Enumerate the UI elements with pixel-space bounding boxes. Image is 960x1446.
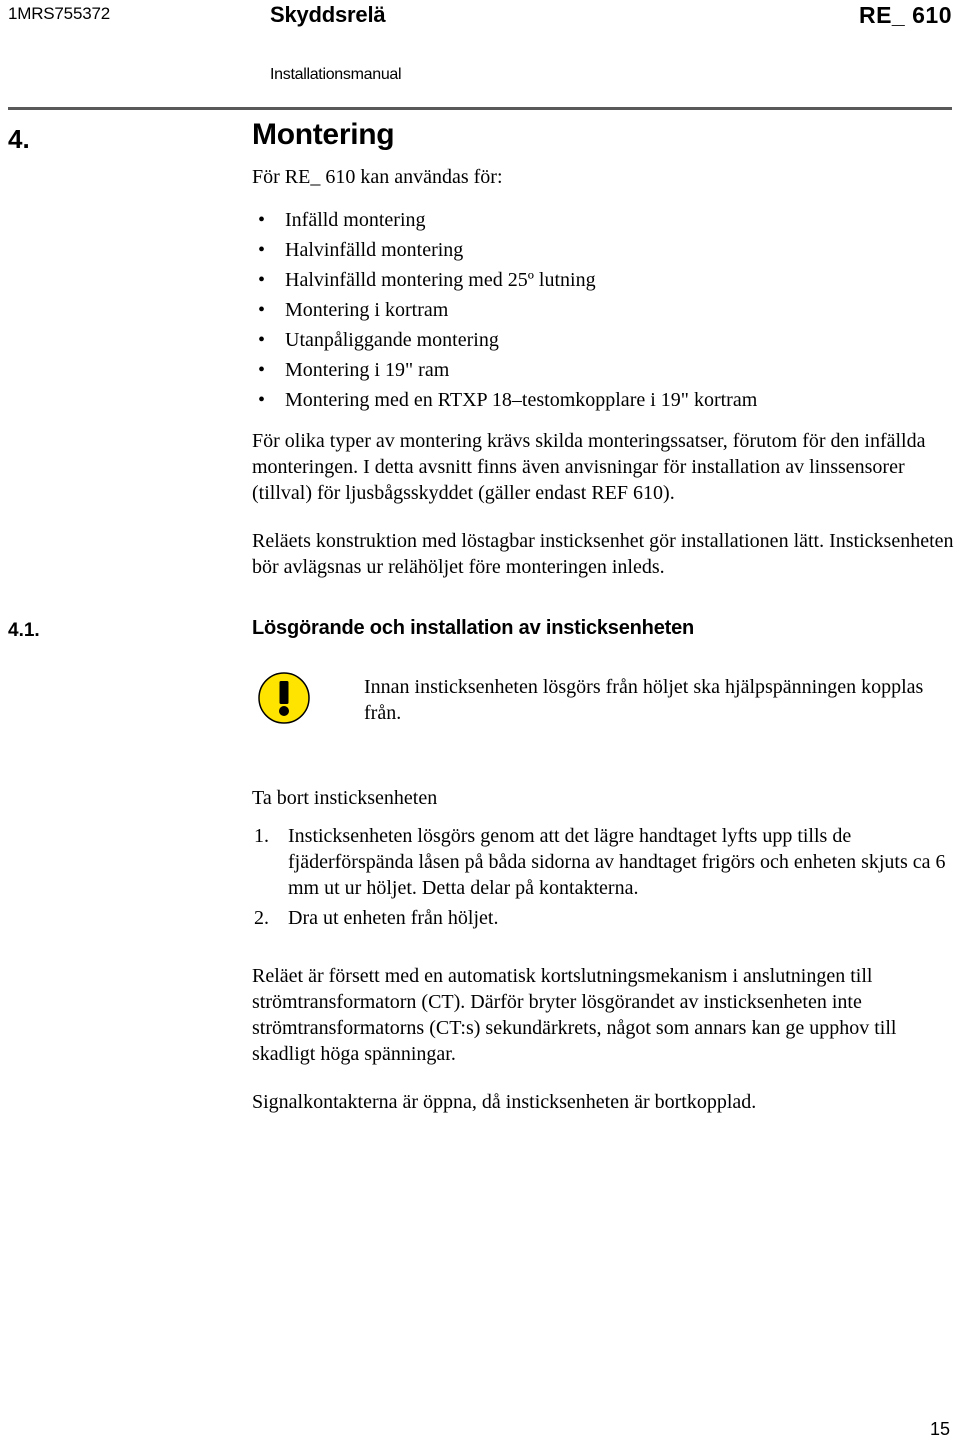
list-item: • Montering med en RTXP 18–testomkopplar… — [252, 385, 952, 415]
document-page: 1MRS755372 Skyddsrelä RE_ 610 Installati… — [0, 0, 960, 1446]
list-item-label: Dra ut enheten från höljet. — [288, 907, 499, 929]
page-header: 1MRS755372 Skyddsrelä RE_ 610 Installati… — [0, 0, 960, 110]
list-item: • Utanpåliggande montering — [252, 325, 952, 355]
list-item: • Montering i kortram — [252, 295, 952, 325]
list-item: • Halvinfälld montering med 25º lutning — [252, 265, 952, 295]
list-item-marker: 1. — [254, 825, 269, 847]
list-item-label: Montering i 19" ram — [285, 359, 450, 381]
list-item-label: Infälld montering — [285, 209, 426, 231]
product-name: RE_ 610 — [858, 2, 952, 28]
warning-note-text: Innan insticksenheten lösgörs från hölje… — [364, 676, 924, 724]
document-id: 1MRS755372 — [8, 4, 110, 23]
section-4-paragraph-1: För olika typer av montering krävs skild… — [252, 430, 926, 504]
bullet-icon: • — [258, 389, 266, 411]
warning-exclamation-icon — [258, 672, 310, 724]
document-subtitle: Installationsmanual — [270, 66, 402, 83]
list-item: 1. Insticksenheten lösgörs genom att det… — [252, 823, 957, 901]
section-number-4: 4. — [8, 124, 30, 154]
section-number-4-1: 4.1. — [8, 620, 40, 641]
list-item: • Infälld montering — [252, 205, 952, 235]
page-number: 15 — [929, 1419, 950, 1439]
section-4-paragraph-2: Reläets konstruktion med löstagbar insti… — [252, 530, 954, 578]
list-item: • Halvinfälld montering — [252, 235, 952, 265]
section-4-1-paragraph-4: Signalkontakterna är öppna, då instickse… — [252, 1091, 757, 1113]
section-4-1-paragraph-3: Reläet är försett med en automatisk kort… — [252, 965, 897, 1065]
mounting-options-list: • Infälld montering • Halvinfälld monter… — [252, 205, 952, 415]
list-item-label: Montering i kortram — [285, 299, 449, 321]
list-item-marker: 2. — [254, 907, 269, 929]
section-title-montering: Montering — [252, 118, 395, 151]
document-title: Skyddsrelä — [270, 2, 386, 27]
list-item-label: Insticksenheten lösgörs genom att det lä… — [288, 825, 946, 899]
section-title-losgorande: Lösgörande och installation av instickse… — [252, 617, 695, 639]
list-item: 2. Dra ut enheten från höljet. — [252, 905, 957, 931]
bullet-icon: • — [258, 269, 266, 291]
header-divider — [8, 107, 952, 110]
list-item-label: Halvinfälld montering med 25º lutning — [285, 269, 596, 291]
section-4-intro: För RE_ 610 kan användas för: — [252, 166, 503, 188]
bullet-icon: • — [258, 239, 266, 261]
bullet-icon: • — [258, 209, 266, 231]
list-item-label: Utanpåliggande montering — [285, 329, 499, 351]
list-item-label: Halvinfälld montering — [285, 239, 464, 261]
bullet-icon: • — [258, 329, 266, 351]
list-item-label: Montering med en RTXP 18–testomkopplare … — [285, 389, 758, 411]
removal-steps-list: 1. Insticksenheten lösgörs genom att det… — [252, 823, 957, 935]
subheading-ta-bort-insticksenheten: Ta bort insticksenheten — [252, 787, 438, 809]
bullet-icon: • — [258, 359, 266, 381]
bullet-icon: • — [258, 299, 266, 321]
list-item: • Montering i 19" ram — [252, 355, 952, 385]
